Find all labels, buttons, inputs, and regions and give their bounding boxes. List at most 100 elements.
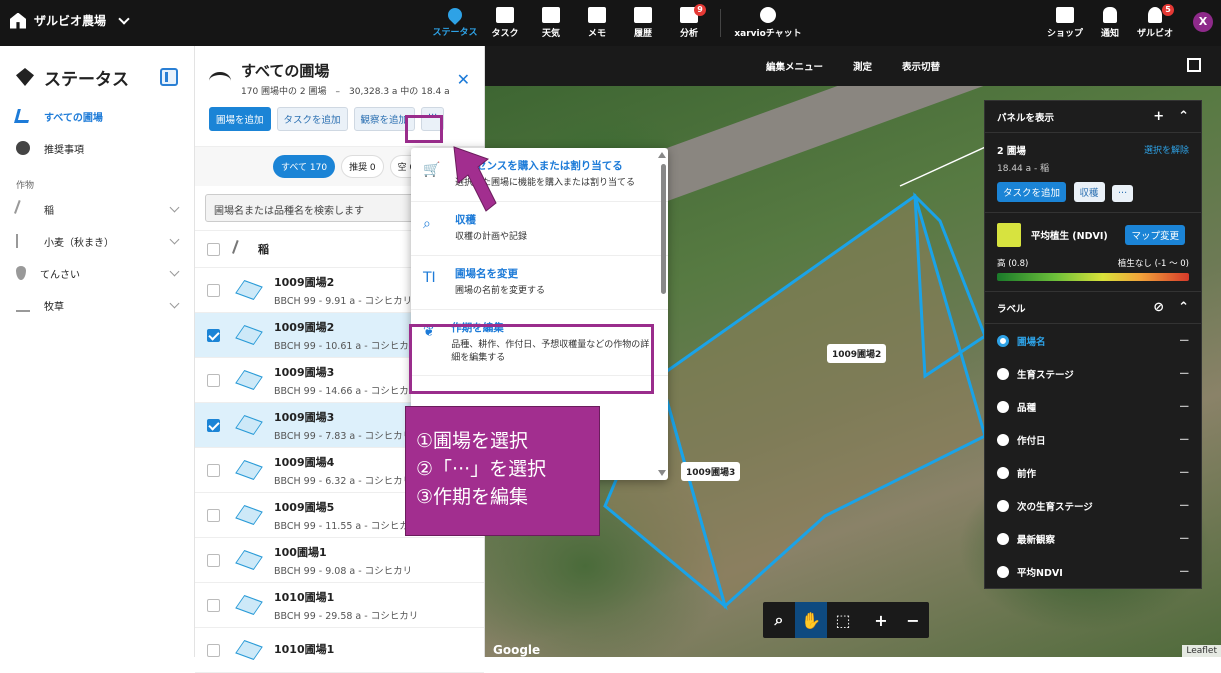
sugarbeet-icon (16, 266, 26, 280)
collapse-icon[interactable]: ⌃ (1178, 109, 1189, 124)
field-label-1009-2[interactable]: 1009圃場2 (827, 344, 887, 363)
measure-button[interactable]: 測定 (853, 59, 872, 73)
radio-button[interactable] (997, 334, 1009, 347)
label-option[interactable]: 次の生育ステージ — (985, 489, 1201, 522)
cart-icon (1056, 7, 1074, 23)
row-checkbox[interactable] (207, 553, 220, 567)
radio-button[interactable] (997, 433, 1009, 446)
radio-button[interactable] (997, 400, 1009, 413)
nav-user[interactable]: ザルビオ 5 (1130, 0, 1180, 46)
scroll-down-icon[interactable] (658, 470, 666, 476)
user-icon (1148, 7, 1162, 23)
panel-more-button[interactable]: ··· (1112, 185, 1134, 202)
row-checkbox[interactable] (207, 598, 220, 612)
row-checkbox[interactable] (207, 418, 220, 432)
field-label-1009-3[interactable]: 1009圃場3 (681, 462, 741, 481)
avatar[interactable]: X (1193, 12, 1213, 32)
radio-button[interactable] (997, 367, 1009, 380)
filter-recommended[interactable]: 推奨 0 (341, 155, 384, 178)
search-icon[interactable]: ⌕ (763, 602, 795, 638)
nav-task[interactable]: タスク (482, 0, 528, 46)
dash-icon: — (1179, 467, 1190, 478)
label-option[interactable]: 作付日 — (985, 423, 1201, 456)
table-row[interactable]: 1010圃場1 (195, 628, 484, 673)
crop-section-label: 作物 (16, 181, 35, 191)
field-shape-icon (235, 324, 263, 346)
sidebar-item-rice[interactable]: 稲 (0, 193, 194, 225)
label-option[interactable]: 前作 — (985, 456, 1201, 489)
panel-add-task-button[interactable]: タスクを追加 (997, 182, 1067, 202)
field-meta: BBCH 99 - 9.08 a - コシヒカリ (274, 565, 413, 577)
nav-shop[interactable]: ショップ (1040, 0, 1090, 46)
add-task-button[interactable]: タスクを追加 (276, 107, 348, 131)
ndvi-gradient (997, 273, 1189, 281)
row-checkbox[interactable] (207, 328, 220, 342)
field-meta: BBCH 99 - 6.32 a - コシヒカリ (274, 475, 413, 487)
group-checkbox[interactable] (207, 242, 220, 256)
field-name: 1010圃場1 (274, 590, 335, 604)
chevron-down-icon (118, 12, 130, 25)
panel-harvest-button[interactable]: 収穫 (1073, 182, 1105, 202)
nav-weather[interactable]: 天気 (528, 0, 574, 46)
dropdown-scrollbar[interactable] (661, 164, 666, 294)
hand-icon[interactable]: ✋ (795, 602, 827, 638)
leaflet-attribution[interactable]: Leaflet (1182, 645, 1221, 657)
top-bar: ザルビオ農場 ステータス タスク 天気 メモ 履歴 分析 9 xarvioチャット… (0, 0, 1221, 46)
row-checkbox[interactable] (207, 508, 220, 522)
label-option[interactable]: 平均NDVI — (985, 555, 1201, 588)
scroll-up-icon[interactable] (658, 152, 666, 158)
table-row[interactable]: 1010圃場1 BBCH 99 - 29.58 a - コシヒカリ (195, 583, 484, 628)
clear-selection-link[interactable]: 選択を解除 (1144, 143, 1189, 156)
field-shape-icon (235, 414, 263, 436)
dash-icon: — (1179, 368, 1190, 379)
farm-selector[interactable]: ザルビオ農場 (10, 12, 130, 29)
map-tools: ⌕ ✋ ⬚ + − (763, 602, 929, 638)
field-shape-icon (235, 504, 263, 526)
display-toggle-button[interactable]: 表示切替 (902, 59, 940, 73)
nav-history[interactable]: 履歴 (620, 0, 666, 46)
row-checkbox[interactable] (207, 373, 220, 387)
label-option[interactable]: 品種 — (985, 390, 1201, 423)
selection-summary: 18.44 a - 稲 (997, 164, 1050, 174)
select-icon[interactable]: ⬚ (827, 602, 859, 638)
radio-button[interactable] (997, 565, 1009, 578)
label-option[interactable]: 圃場名 — (985, 324, 1201, 357)
field-name: 1009圃場2 (274, 320, 335, 334)
sidebar-item-wheat[interactable]: 小麦（秋まき） (0, 225, 194, 257)
radio-button[interactable] (997, 499, 1009, 512)
row-checkbox[interactable] (207, 283, 220, 297)
add-icon[interactable]: + (1153, 109, 1164, 124)
callout-step-3: ③作期を編集 (416, 486, 529, 508)
nav-status[interactable]: ステータス (428, 0, 482, 46)
sidebar-collapse-icon[interactable] (160, 68, 178, 86)
nav-chat[interactable]: xarvioチャット (729, 0, 807, 46)
sidebar-item-all-fields[interactable]: すべての圃場 (0, 100, 194, 132)
nav-memo[interactable]: メモ (574, 0, 620, 46)
field-name: 1009圃場3 (274, 410, 335, 424)
radio-button[interactable] (997, 532, 1009, 545)
field-shape-icon (235, 369, 263, 391)
sidebar-item-grass[interactable]: 牧草 (0, 289, 194, 321)
menu-item[interactable]: TI 圃場名を変更 圃場の名前を変更する (411, 256, 668, 310)
edit-menu-button[interactable]: 編集メニュー (766, 59, 823, 73)
zoom-in-icon[interactable]: + (865, 602, 897, 638)
sidebar-item-recommendations[interactable]: 推奨事項 (0, 132, 194, 164)
add-field-button[interactable]: 圃場を追加 (209, 107, 271, 131)
zoom-out-icon[interactable]: − (897, 602, 929, 638)
map-layers-icon[interactable] (1187, 58, 1201, 72)
change-map-button[interactable]: マップ変更 (1125, 225, 1185, 245)
hide-icon[interactable]: ⊘ (1153, 300, 1164, 315)
close-icon[interactable]: ✕ (457, 70, 470, 89)
rice-icon (232, 240, 250, 258)
row-checkbox[interactable] (207, 643, 220, 657)
sidebar-item-sugarbeet[interactable]: てんさい (0, 257, 194, 289)
nav-notifications[interactable]: 通知 (1090, 0, 1130, 46)
filter-all[interactable]: すべて 170 (273, 155, 336, 178)
radio-button[interactable] (997, 466, 1009, 479)
collapse-icon[interactable]: ⌃ (1178, 300, 1189, 315)
table-row[interactable]: 100圃場1 BBCH 99 - 9.08 a - コシヒカリ (195, 538, 484, 583)
nav-analysis[interactable]: 分析 9 (666, 0, 712, 46)
label-option[interactable]: 最新観察 — (985, 522, 1201, 555)
label-option[interactable]: 生育ステージ — (985, 357, 1201, 390)
row-checkbox[interactable] (207, 463, 220, 477)
